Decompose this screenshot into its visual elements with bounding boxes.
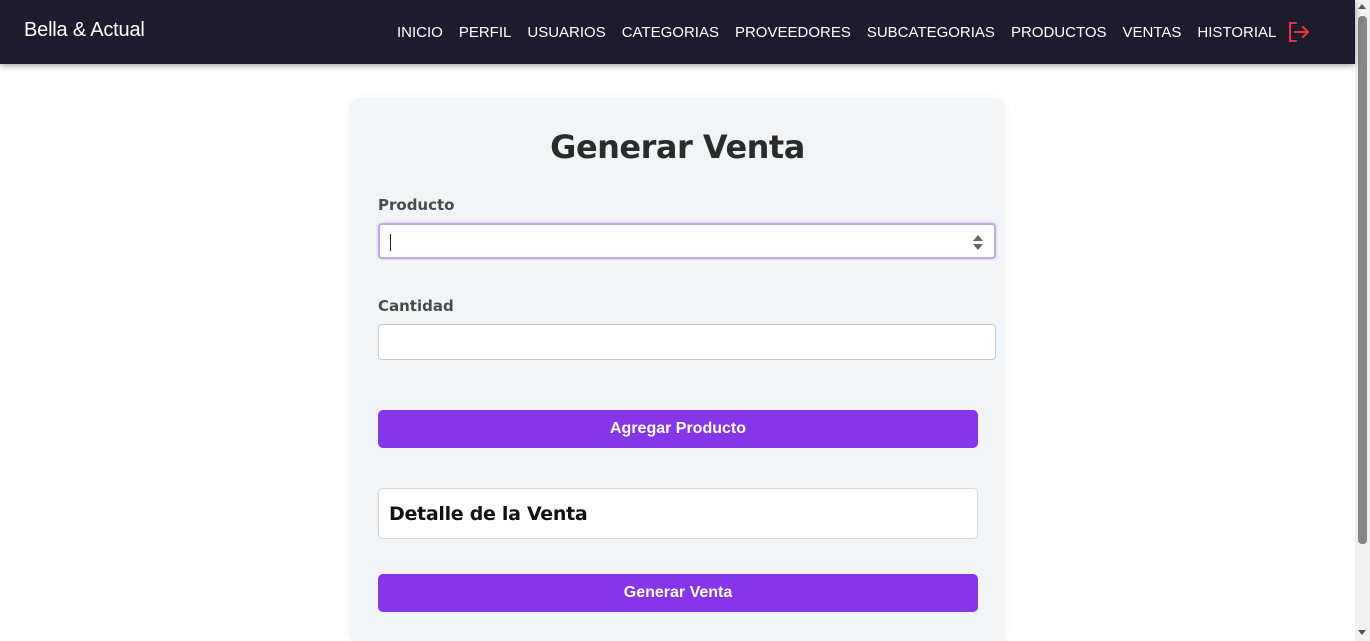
nav-link-categorias[interactable]: CATEGORIAS — [614, 24, 727, 41]
nav-link-historial[interactable]: HISTORIAL — [1189, 24, 1284, 41]
scrollbar-thumb[interactable] — [1358, 16, 1367, 544]
form-title: Generar Venta — [550, 128, 805, 166]
cantidad-label: Cantidad — [378, 297, 454, 315]
generate-sale-button[interactable]: Generar Venta — [378, 574, 978, 612]
producto-input[interactable] — [378, 223, 996, 259]
sale-detail-title: Detalle de la Venta — [389, 503, 588, 525]
nav-link-usuarios[interactable]: USUARIOS — [519, 24, 613, 41]
nav-link-inicio[interactable]: INICIO — [389, 24, 451, 41]
nav-links: INICIO PERFIL USUARIOS CATEGORIAS PROVEE… — [389, 0, 1284, 64]
nav-link-subcategorias[interactable]: SUBCATEGORIAS — [859, 24, 1003, 41]
spinner-down-icon[interactable] — [973, 244, 983, 250]
spinner-up-icon[interactable] — [973, 235, 983, 241]
nav-link-ventas[interactable]: VENTAS — [1115, 24, 1190, 41]
cantidad-input[interactable] — [378, 324, 996, 360]
page-scrollbar[interactable] — [1355, 0, 1370, 641]
brand-logo[interactable]: Bella & Actual — [24, 19, 145, 42]
sale-form-card: Generar Venta Producto Cantidad Agregar … — [351, 98, 1004, 641]
nav-link-proveedores[interactable]: PROVEEDORES — [727, 24, 859, 41]
producto-label: Producto — [378, 196, 455, 214]
navbar: Bella & Actual INICIO PERFIL USUARIOS CA… — [0, 0, 1355, 64]
number-spinner[interactable] — [973, 235, 983, 251]
sale-detail-panel: Detalle de la Venta — [378, 488, 978, 539]
scroll-up-arrow-icon[interactable] — [1358, 4, 1366, 9]
nav-link-perfil[interactable]: PERFIL — [451, 24, 520, 41]
nav-link-productos[interactable]: PRODUCTOS — [1003, 24, 1115, 41]
add-product-button[interactable]: Agregar Producto — [378, 410, 978, 448]
page: Bella & Actual INICIO PERFIL USUARIOS CA… — [0, 0, 1370, 641]
logout-icon[interactable] — [1287, 21, 1311, 43]
text-caret — [390, 234, 391, 251]
scroll-down-arrow-icon[interactable] — [1358, 630, 1366, 635]
